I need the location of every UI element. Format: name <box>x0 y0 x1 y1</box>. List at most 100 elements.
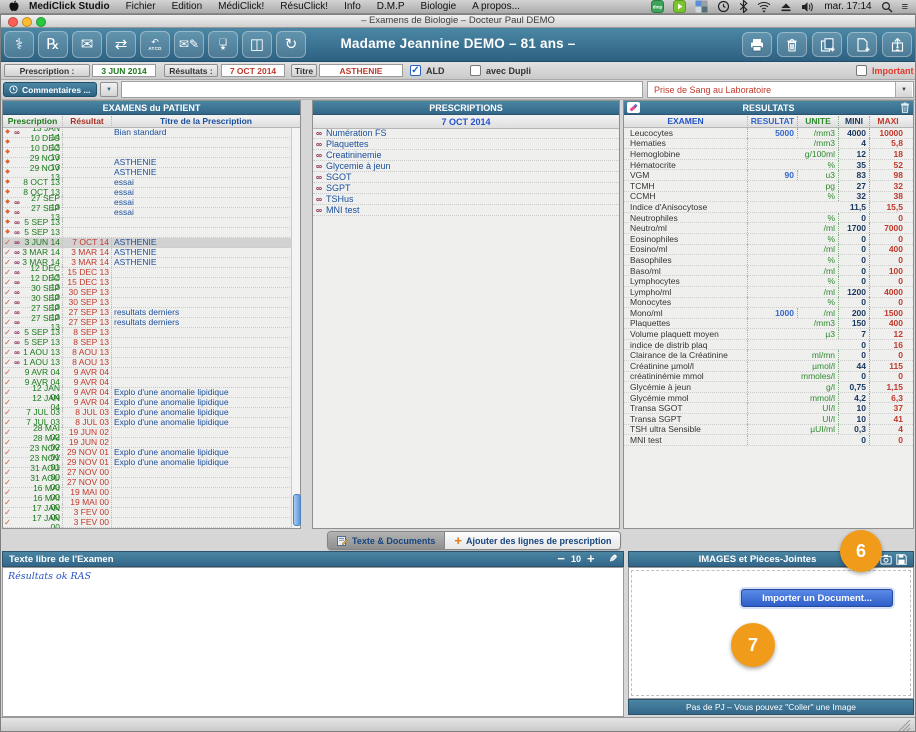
increase-font-button[interactable]: + <box>587 554 595 564</box>
prescription-item[interactable]: ∞Plaquettes <box>313 139 619 150</box>
resultat-row[interactable]: TCMHpg2732 <box>624 181 913 192</box>
prescription-item[interactable]: ∞Numération FS <box>313 128 619 139</box>
menu-item-m-diclick[interactable]: MédiClick! <box>210 1 272 12</box>
resultat-row[interactable]: Eosinophiles%00 <box>624 234 913 245</box>
resultat-row[interactable]: TSH ultra SensibleµUI/ml0,34 <box>624 425 913 436</box>
export-patient-icon[interactable] <box>882 32 912 57</box>
bluetooth-icon[interactable] <box>739 0 748 13</box>
prescription-item[interactable]: ∞Creatininemie <box>313 150 619 161</box>
resultat-row[interactable]: Monocytes%00 <box>624 298 913 309</box>
dmp-status-icon[interactable]: dmp <box>651 0 664 13</box>
menu-item-d-m-p[interactable]: D.M.P <box>369 1 413 12</box>
prescription-date-header[interactable]: 7 OCT 2014 <box>313 115 619 129</box>
apple-menu-icon[interactable] <box>8 0 19 14</box>
texte-libre-content[interactable]: Résultats ok RAS <box>2 567 624 717</box>
important-checkbox[interactable] <box>856 65 867 76</box>
menu-item-biologie[interactable]: Biologie <box>413 1 465 12</box>
resultat-row[interactable]: Neutrophiles%00 <box>624 213 913 224</box>
edit-note-icon[interactable]: ✎ <box>609 554 617 565</box>
resultat-row[interactable]: Volume plaquett moyenµ3712 <box>624 329 913 340</box>
resultat-row[interactable]: CCMH%3238 <box>624 192 913 203</box>
titre-field[interactable]: ASTHENIE <box>319 64 403 77</box>
resultats-panel-header: RESULTATS <box>624 101 913 115</box>
resultat-row[interactable]: Basophiles%00 <box>624 255 913 266</box>
dupli-checkbox[interactable] <box>470 65 481 76</box>
resultat-row[interactable]: VGM90u38398 <box>624 170 913 181</box>
resultat-row[interactable]: indice de distrib plaq016 <box>624 340 913 351</box>
eject-icon[interactable] <box>780 1 792 13</box>
resultat-row[interactable]: MNI test00 <box>624 435 913 446</box>
camera-icon[interactable] <box>880 554 892 565</box>
resultat-row[interactable]: Lympho/ml/ml12004000 <box>624 287 913 298</box>
commentaires-dropdown[interactable]: ▼ <box>100 82 118 97</box>
resultat-row[interactable]: Hematies/mm345,8 <box>624 139 913 150</box>
menu-item-edition[interactable]: Edition <box>164 1 211 12</box>
menu-item-r-suclick[interactable]: RésuClick! <box>272 1 336 12</box>
menu-item-a-propos[interactable]: A propos... <box>464 1 528 12</box>
notification-center-icon[interactable]: ≡ <box>902 2 908 12</box>
col-prescription[interactable]: Prescription <box>3 116 63 126</box>
tab-ajouter-lignes[interactable]: + Ajouter des lignes de prescription <box>445 532 620 549</box>
resultat-row[interactable]: Lymphocytes%00 <box>624 276 913 287</box>
exams-scroll-thumb[interactable] <box>293 494 301 526</box>
resultat-row[interactable]: Glycémie mmolmmol/l4,26,3 <box>624 393 913 404</box>
resize-grip[interactable] <box>895 720 911 731</box>
play-status-icon[interactable] <box>673 0 686 13</box>
resultat-row[interactable]: Neutro/ml/ml17007000 <box>624 223 913 234</box>
col-maxi[interactable]: MAXI <box>870 116 906 126</box>
menu-item-mediclick-studio[interactable]: MediClick Studio <box>21 1 118 12</box>
prescription-item[interactable]: ∞TSHus <box>313 194 619 205</box>
resultat-row[interactable]: Clairance de la Créatinineml/mn00 <box>624 350 913 361</box>
exams-scrollbar[interactable] <box>291 128 300 528</box>
ald-checkbox[interactable]: ✓ <box>410 65 421 76</box>
resultats-date-value[interactable]: 7 OCT 2014 <box>221 64 285 77</box>
col-unite[interactable]: UNITE <box>798 116 839 126</box>
resultat-row[interactable]: Plaquettes/mm3150400 <box>624 319 913 330</box>
prescription-item[interactable]: ∞SGOT <box>313 172 619 183</box>
import-document-button[interactable]: Importer un Document... <box>741 589 893 607</box>
menu-item-fichier[interactable]: Fichier <box>118 1 164 12</box>
resultat-row[interactable]: Transa SGPTUI/l1041 <box>624 414 913 425</box>
resultat-row[interactable]: Hématocrite%3552 <box>624 160 913 171</box>
comment-field[interactable] <box>121 81 643 98</box>
resultat-row[interactable]: Hemoglobineg/100ml1218 <box>624 149 913 160</box>
lab-combo[interactable]: Prise de Sang au Laboratoire ▼ <box>647 81 914 98</box>
col-resultat-val[interactable]: RESULTAT <box>748 116 798 126</box>
resultat-row[interactable]: Transa SGOTUI/l1037 <box>624 403 913 414</box>
col-examen[interactable]: EXAMEN <box>624 116 748 126</box>
commentaires-button[interactable]: Commentaires ... <box>3 82 97 97</box>
resultat-row[interactable]: créatininémie mmolmmoles/l00 <box>624 372 913 383</box>
decrease-font-button[interactable]: − <box>557 554 565 564</box>
resultat-row[interactable]: Glycémie à jeung/l0,751,15 <box>624 382 913 393</box>
exam-row[interactable]: ✓17 JAN 003 FEV 00 <box>3 518 300 528</box>
resultat-row[interactable]: Eosino/ml/ml0400 <box>624 245 913 256</box>
volume-icon[interactable] <box>801 1 815 13</box>
menu-clock[interactable]: mar. 17:14 <box>824 1 871 12</box>
photos-status-icon[interactable] <box>695 0 708 13</box>
wifi-icon[interactable] <box>757 1 771 13</box>
prescription-item[interactable]: ∞SGPT <box>313 183 619 194</box>
mini-value: 0 <box>839 255 870 265</box>
prescription-item[interactable]: ∞Glycemie à jeun <box>313 161 619 172</box>
resultat-row[interactable]: Baso/ml/ml0100 <box>624 266 913 277</box>
prescription-date-value[interactable]: 3 JUN 2014 <box>92 64 156 77</box>
duplicate-document-icon[interactable] <box>812 32 842 57</box>
time-machine-icon[interactable] <box>717 0 730 13</box>
resultat-row[interactable]: Mono/ml1000/ml2001500 <box>624 308 913 319</box>
col-mini[interactable]: MINI <box>839 116 870 126</box>
menu-item-info[interactable]: Info <box>336 1 369 12</box>
resultat-row[interactable]: Indice d'Anisocytose11,515,5 <box>624 202 913 213</box>
new-document-icon[interactable] <box>847 32 877 57</box>
resultat-row[interactable]: Leucocytes5000/mm3400010000 <box>624 128 913 139</box>
trash-icon[interactable] <box>777 32 807 57</box>
eraser-pen-icon[interactable] <box>627 102 640 113</box>
prescription-item[interactable]: ∞MNI test <box>313 205 619 216</box>
spotlight-search-icon[interactable] <box>881 1 893 13</box>
resultats-trash-icon[interactable] <box>900 102 910 113</box>
resultat-row[interactable]: Créatinine µmol/lµmol/l44115 <box>624 361 913 372</box>
print-icon[interactable] <box>742 32 772 57</box>
col-titre[interactable]: Titre de la Prescription <box>112 116 300 126</box>
tab-texte-documents[interactable]: Texte & Documents <box>328 532 445 549</box>
col-resultat[interactable]: Résultat <box>63 116 112 126</box>
save-attachment-icon[interactable] <box>896 554 907 565</box>
